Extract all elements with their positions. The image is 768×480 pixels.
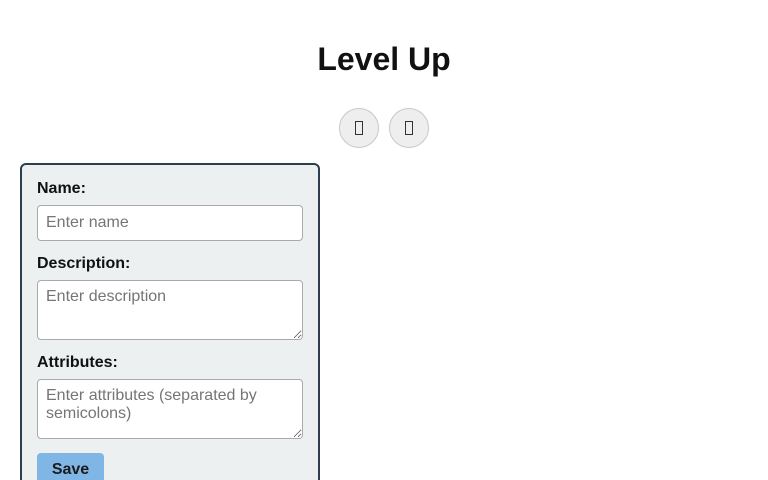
save-button[interactable]: Save bbox=[37, 453, 104, 480]
toolbar-button-2[interactable] bbox=[389, 108, 429, 148]
toolbar-button-1[interactable] bbox=[339, 108, 379, 148]
attributes-textarea[interactable] bbox=[37, 379, 303, 439]
page-title: Level Up bbox=[317, 41, 451, 77]
toolbar bbox=[339, 108, 429, 148]
page: Level Up Name: Description: Attributes: … bbox=[0, 0, 768, 480]
name-label: Name: bbox=[37, 180, 86, 197]
description-label: Description: bbox=[37, 255, 131, 272]
attributes-label: Attributes: bbox=[37, 354, 118, 371]
unknown-glyph-icon bbox=[405, 121, 413, 135]
name-input[interactable] bbox=[37, 205, 303, 241]
description-textarea[interactable] bbox=[37, 280, 303, 340]
item-form-panel: Name: Description: Attributes: Save bbox=[20, 163, 320, 480]
unknown-glyph-icon bbox=[355, 121, 363, 135]
